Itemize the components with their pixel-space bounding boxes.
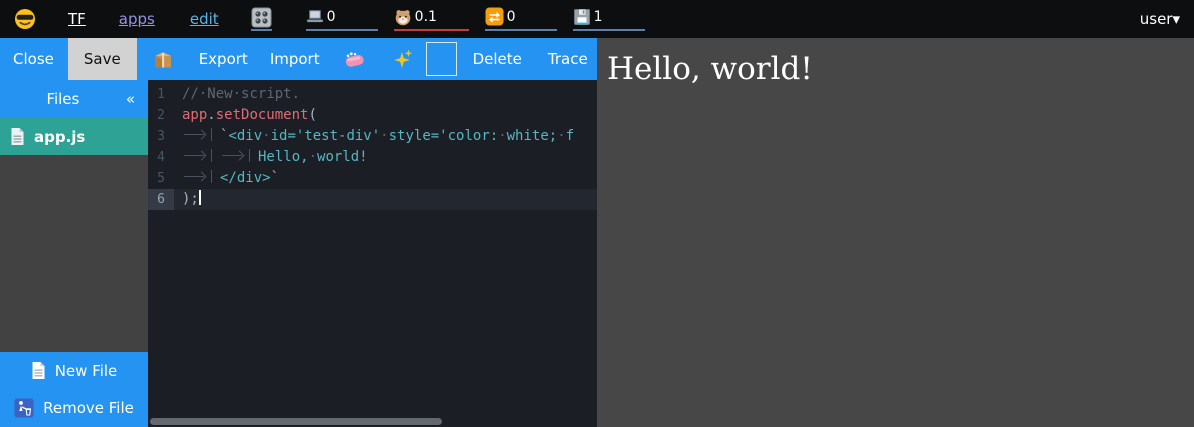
- space-whitespace-marker: ·: [199, 86, 207, 102]
- save-button[interactable]: Save: [68, 38, 137, 80]
- line-number: 3: [148, 126, 174, 147]
- code-line[interactable]: 6);: [148, 189, 597, 210]
- space-whitespace-marker: ·: [262, 128, 270, 144]
- floppy-icon: [573, 8, 591, 26]
- code-line[interactable]: 5</div>`: [148, 168, 597, 189]
- caret-down-icon: ▾: [1172, 10, 1180, 28]
- space-whitespace-marker: ·: [309, 149, 317, 165]
- editor-toolbar: Close Save Export Import: [0, 38, 597, 80]
- control-knobs-icon[interactable]: [251, 7, 272, 31]
- storage-stat-value: 1: [594, 9, 603, 25]
- storage-stat-field[interactable]: 1: [573, 7, 645, 31]
- tab-whitespace-marker: [182, 170, 212, 183]
- package-icon[interactable]: [153, 50, 173, 69]
- file-name: app.js: [34, 128, 85, 146]
- preview-pane: Hello, world!: [597, 38, 1194, 427]
- code-text: </div>`: [174, 168, 597, 189]
- user-menu[interactable]: user▾: [1140, 10, 1180, 28]
- import-button[interactable]: Import: [270, 38, 320, 80]
- new-file-icon: [31, 361, 46, 380]
- code-text: Hello,·world!: [174, 147, 597, 168]
- soap-icon[interactable]: [344, 51, 365, 68]
- line-number: 5: [148, 168, 174, 189]
- nav-link-edit[interactable]: edit: [190, 10, 219, 28]
- delete-button[interactable]: Delete: [473, 38, 522, 80]
- remove-file-icon: [14, 398, 34, 418]
- collapse-sidebar-button[interactable]: «: [126, 90, 135, 108]
- new-file-button[interactable]: New File: [0, 352, 148, 389]
- laptop-icon: [306, 9, 324, 24]
- sparkles-icon[interactable]: [393, 49, 413, 69]
- files-header-label: Files: [0, 90, 126, 108]
- sunglasses-face-icon[interactable]: [14, 8, 36, 30]
- files-sidebar: Files « app.js: [0, 80, 148, 427]
- cpu-stat-field[interactable]: 0: [306, 7, 378, 31]
- trace-button[interactable]: Trace: [548, 38, 588, 80]
- horizontal-scrollbar-thumb[interactable]: [150, 418, 442, 425]
- preview-text: Hello, world!: [597, 38, 1194, 87]
- top-bar: TF apps edit 0: [0, 0, 1194, 38]
- remove-file-button[interactable]: Remove File: [0, 389, 148, 427]
- sidebar-empty-area: [0, 155, 148, 352]
- code-text: `<div·id='test-div'·style='color:·white;…: [174, 126, 597, 147]
- memory-stat-field[interactable]: 0.1: [394, 7, 469, 31]
- code-line[interactable]: 3`<div·id='test-div'·style='color:·white…: [148, 126, 597, 147]
- new-file-label: New File: [55, 362, 118, 380]
- nav-link-apps[interactable]: apps: [119, 10, 155, 28]
- code-text: app.setDocument(: [174, 105, 597, 126]
- remove-file-label: Remove File: [43, 399, 134, 417]
- loop-stat-value: 0: [507, 9, 516, 25]
- repeat-icon: [485, 7, 504, 26]
- tab-whitespace-marker: [182, 149, 212, 162]
- code-lines: 1//·New·script.2app.setDocument(3`<div·i…: [148, 80, 597, 210]
- space-whitespace-marker: ·: [233, 86, 241, 102]
- nav-link-tf[interactable]: TF: [68, 10, 86, 28]
- status-fields: 0 0.1: [306, 7, 661, 31]
- code-editor[interactable]: 1//·New·script.2app.setDocument(3`<div·i…: [148, 80, 597, 427]
- code-line[interactable]: 4Hello,·world!: [148, 147, 597, 168]
- export-button[interactable]: Export: [199, 38, 248, 80]
- app-window: TF apps edit 0: [0, 0, 1194, 427]
- cpu-stat-value: 0: [327, 9, 336, 25]
- file-item-appjs[interactable]: app.js: [0, 118, 148, 155]
- line-number: 2: [148, 105, 174, 126]
- line-number: 1: [148, 84, 174, 105]
- close-button[interactable]: Close: [13, 38, 54, 80]
- tab-whitespace-marker: [220, 149, 250, 162]
- files-header: Files «: [0, 80, 148, 118]
- line-number: 6: [148, 189, 174, 210]
- space-whitespace-marker: ·: [380, 128, 388, 144]
- hamster-icon: [394, 8, 412, 26]
- code-line[interactable]: 2app.setDocument(: [148, 105, 597, 126]
- line-number: 4: [148, 147, 174, 168]
- file-icon: [10, 127, 25, 146]
- code-text: );: [174, 189, 597, 210]
- code-text: //·New·script.: [174, 84, 597, 105]
- code-line[interactable]: 1//·New·script.: [148, 84, 597, 105]
- memory-stat-value: 0.1: [415, 9, 437, 25]
- text-cursor: [199, 190, 201, 205]
- blank-button[interactable]: [426, 42, 457, 76]
- space-whitespace-marker: ·: [498, 128, 506, 144]
- loop-stat-field[interactable]: 0: [485, 7, 557, 31]
- space-whitespace-marker: ·: [557, 128, 565, 144]
- tab-whitespace-marker: [182, 128, 212, 141]
